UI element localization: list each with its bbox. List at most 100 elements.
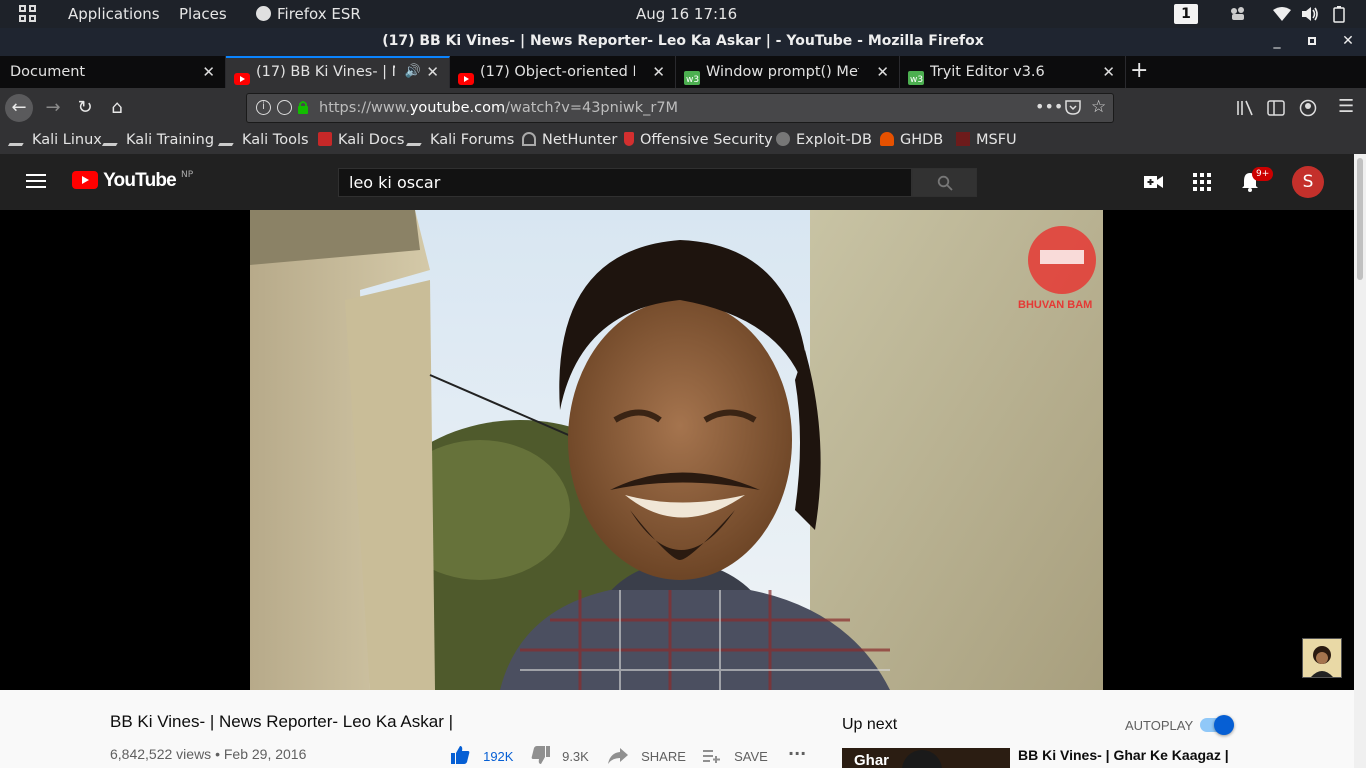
- close-tab-icon[interactable]: ✕: [652, 56, 665, 88]
- tab-oop[interactable]: (17) Object-oriented Programming ✕: [450, 56, 676, 88]
- apps-grid-icon[interactable]: [1193, 173, 1211, 195]
- tab-label: Window prompt() Method: [706, 64, 859, 80]
- battery-icon[interactable]: [1333, 0, 1345, 28]
- share-icon: [608, 748, 628, 764]
- svg-text:w3: w3: [910, 75, 923, 85]
- wifi-icon[interactable]: [1273, 0, 1291, 28]
- volume-icon[interactable]: [1301, 0, 1319, 28]
- firefox-icon: [256, 6, 271, 21]
- bookmark-kali-forums[interactable]: Kali Forums: [405, 128, 515, 152]
- bookmark-label: MSFU: [976, 132, 1017, 148]
- close-tab-icon[interactable]: ✕: [202, 56, 215, 88]
- kali-dragon-icon: [217, 132, 241, 146]
- bookmark-star-icon[interactable]: ☆: [1091, 97, 1106, 117]
- home-icon[interactable]: ⌂: [103, 94, 131, 122]
- back-icon[interactable]: ←: [5, 94, 33, 122]
- create-video-icon[interactable]: [1144, 174, 1164, 194]
- like-button[interactable]: 192K: [450, 746, 513, 765]
- pocket-icon[interactable]: [1065, 100, 1081, 119]
- w3schools-favicon-icon: w3: [908, 65, 924, 85]
- youtube-favicon-icon: [234, 67, 250, 85]
- thumbnail-face: [902, 750, 942, 768]
- kali-dragon-icon: [101, 132, 125, 146]
- bookmark-ghdb[interactable]: GHDB: [880, 128, 943, 152]
- more-actions-icon[interactable]: ···: [788, 744, 806, 763]
- bookmark-label: Kali Linux: [32, 132, 102, 148]
- nethunter-icon: [522, 132, 536, 146]
- app-grid-icon[interactable]: [18, 0, 40, 28]
- bookmark-offensive-security[interactable]: Offensive Security: [624, 128, 773, 152]
- tab-strip: Document ✕ (17) BB Ki Vines- | News Repo…: [0, 56, 1366, 88]
- save-label: SAVE: [734, 749, 768, 764]
- firefox-app-menu[interactable]: Firefox ESR: [256, 0, 361, 28]
- sidebar-icon[interactable]: [1267, 100, 1285, 120]
- bookmark-msfu[interactable]: MSFU: [956, 128, 1017, 152]
- tab-audio-icon[interactable]: 🔊: [405, 58, 421, 86]
- secure-lock-icon: [297, 100, 309, 119]
- close-tab-icon[interactable]: ✕: [1102, 56, 1115, 88]
- next-video-thumbnail[interactable]: Ghar: [842, 748, 1010, 768]
- save-button[interactable]: SAVE: [703, 746, 768, 765]
- bookmark-kali-docs[interactable]: Kali Docs: [318, 128, 404, 152]
- bookmark-kali-linux[interactable]: Kali Linux: [7, 128, 102, 152]
- video-player[interactable]: BHUVAN BAM: [0, 210, 1354, 690]
- kali-docs-icon: [318, 132, 332, 146]
- page-scrollbar[interactable]: [1354, 154, 1366, 768]
- camera-indicator-icon[interactable]: [1228, 0, 1248, 28]
- like-count: 192K: [483, 749, 514, 764]
- tab-prompt[interactable]: w3 Window prompt() Method ✕: [676, 56, 900, 88]
- dislike-button[interactable]: 9.3K: [531, 746, 589, 765]
- close-tab-icon[interactable]: ✕: [876, 56, 889, 88]
- places-menu[interactable]: Places: [179, 0, 227, 28]
- tab-tryit[interactable]: w3 Tryit Editor v3.6 ✕: [900, 56, 1126, 88]
- user-avatar[interactable]: S: [1292, 166, 1324, 198]
- view-count-date: 6,842,522 views • Feb 29, 2016: [110, 746, 307, 762]
- url-bar[interactable]: i https://www.youtube.com/watch?v=43pniw…: [246, 93, 1114, 123]
- next-video-title[interactable]: BB Ki Vines- | Ghar Ke Kaagaz |: [1018, 747, 1229, 763]
- autoplay-blocked-icon[interactable]: [277, 100, 292, 115]
- share-button[interactable]: SHARE: [608, 746, 686, 765]
- applications-menu[interactable]: Applications: [68, 0, 160, 28]
- youtube-logo[interactable]: YouTube NP: [72, 170, 193, 194]
- offsec-icon: [624, 132, 634, 146]
- new-tab-icon[interactable]: +: [1130, 58, 1148, 84]
- close-tab-icon[interactable]: ✕: [426, 58, 439, 86]
- search-button[interactable]: [912, 168, 977, 197]
- clock[interactable]: Aug 16 17:16: [636, 0, 737, 28]
- guide-menu-icon[interactable]: [26, 173, 46, 193]
- tab-youtube-active[interactable]: (17) BB Ki Vines- | News Reporter- Leo K…: [226, 56, 450, 88]
- up-next-heading: Up next: [842, 716, 898, 733]
- channel-watermark-icon[interactable]: [1302, 638, 1342, 678]
- page-actions-icon[interactable]: •••: [1035, 94, 1063, 120]
- reload-icon[interactable]: ↻: [71, 94, 99, 122]
- close-window-icon[interactable]: ✕: [1333, 28, 1363, 56]
- kali-dragon-icon: [405, 132, 429, 146]
- bookmark-nethunter[interactable]: NetHunter: [522, 128, 617, 152]
- autoplay-toggle-knob: [1214, 715, 1234, 735]
- bookmark-label: Exploit-DB: [796, 132, 872, 148]
- account-icon[interactable]: [1299, 99, 1317, 121]
- url-text: https://www.youtube.com/watch?v=43pniwk_…: [319, 94, 678, 122]
- bookmark-kali-tools[interactable]: Kali Tools: [217, 128, 309, 152]
- autoplay-toggle[interactable]: [1200, 715, 1234, 735]
- exploit-db-icon: [776, 132, 790, 146]
- site-info-icon[interactable]: i: [256, 100, 271, 115]
- bookmark-kali-training[interactable]: Kali Training: [101, 128, 214, 152]
- youtube-logo-icon: [72, 171, 98, 189]
- tab-document[interactable]: Document ✕: [0, 56, 226, 88]
- bookmark-label: Kali Forums: [430, 132, 515, 148]
- bookmark-exploit-db[interactable]: Exploit-DB: [776, 128, 872, 152]
- navigation-toolbar: ← → ↻ ⌂ i https://www.youtube.com/watch?…: [0, 88, 1366, 128]
- video-frame[interactable]: BHUVAN BAM: [250, 210, 1103, 690]
- forward-icon[interactable]: →: [39, 94, 67, 122]
- scrollbar-thumb[interactable]: [1357, 158, 1363, 280]
- video-still-image: BHUVAN BAM: [250, 210, 1103, 690]
- notification-count-badge: 9+: [1252, 167, 1274, 181]
- hamburger-menu-icon[interactable]: ☰: [1338, 96, 1354, 117]
- maximize-icon[interactable]: [1297, 28, 1327, 56]
- search-input[interactable]: leo ki oscar: [338, 168, 912, 197]
- workspace-indicator[interactable]: 1: [1174, 4, 1198, 24]
- minimize-icon[interactable]: _: [1262, 28, 1292, 56]
- library-icon[interactable]: [1236, 100, 1254, 120]
- url-prefix: https://www.: [319, 100, 410, 116]
